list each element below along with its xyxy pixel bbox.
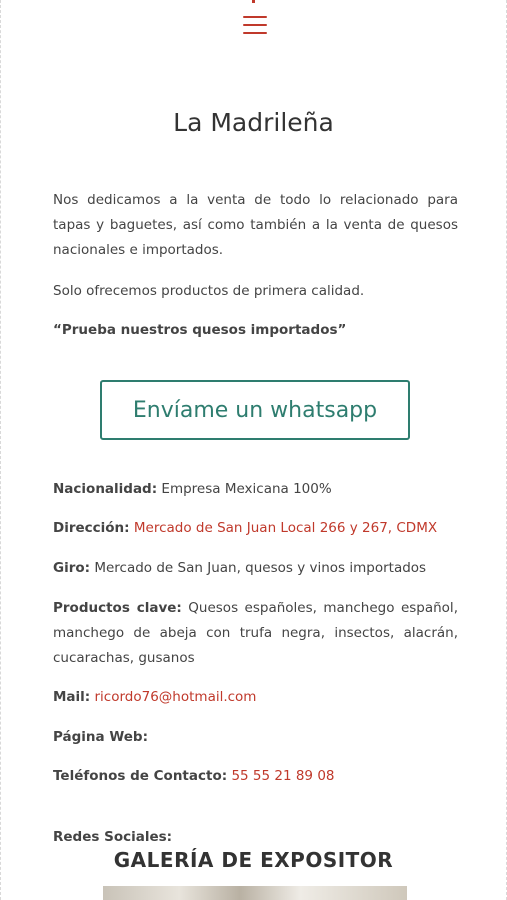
mail-link[interactable]: ricordo76@hotmail.com: [95, 689, 257, 705]
giro-row: Giro: Mercado de San Juan, quesos y vino…: [53, 556, 458, 581]
page-title: La Madrileña: [173, 108, 334, 137]
direccion-link[interactable]: Mercado de San Juan Local 266 y 267, CDM…: [134, 520, 437, 536]
direccion-row: Dirección: Mercado de San Juan Local 266…: [53, 516, 458, 541]
hamburger-line: [243, 24, 267, 26]
whatsapp-button-label: Envíame un whatsapp: [132, 397, 378, 423]
quality-text: Solo ofrecemos productos de primera cali…: [53, 283, 365, 299]
whatsapp-button[interactable]: Envíame un whatsapp: [100, 380, 410, 440]
giro-label: Giro:: [53, 560, 91, 576]
gallery-image[interactable]: [103, 886, 407, 900]
web-label: Página Web:: [53, 729, 148, 745]
nacionalidad-row: Nacionalidad: Empresa Mexicana 100%: [53, 477, 458, 502]
productos-label: Productos clave:: [53, 600, 182, 616]
mail-label: Mail:: [53, 689, 91, 705]
nacionalidad-value: Empresa Mexicana 100%: [157, 481, 332, 497]
telefono-link[interactable]: 55 55 21 89 08: [231, 768, 334, 784]
web-row: Página Web:: [53, 725, 458, 750]
hamburger-line: [243, 16, 267, 18]
giro-value: Mercado de San Juan, quesos y vinos impo…: [90, 560, 427, 576]
telefonos-label: Teléfonos de Contacto:: [53, 768, 228, 784]
description-text: Nos dedicamos a la venta de todo lo rela…: [53, 192, 458, 258]
hamburger-line: [243, 32, 267, 34]
nacionalidad-label: Nacionalidad:: [53, 481, 158, 497]
hamburger-icon[interactable]: [243, 16, 267, 34]
top-logo-fragment: [252, 0, 255, 3]
telefonos-row: Teléfonos de Contacto: 55 55 21 89 08: [53, 764, 458, 789]
gallery-title: GALERÍA DE EXPOSITOR: [113, 848, 394, 872]
redes-label: Redes Sociales:: [53, 829, 173, 845]
slogan-text: “Prueba nuestros quesos importados”: [53, 322, 347, 338]
direccion-label: Dirección:: [53, 520, 130, 536]
productos-row: Productos clave: Quesos españoles, manch…: [53, 596, 458, 671]
redes-row: Redes Sociales:: [53, 825, 458, 850]
mail-row: Mail: ricordo76@hotmail.com: [53, 685, 458, 710]
